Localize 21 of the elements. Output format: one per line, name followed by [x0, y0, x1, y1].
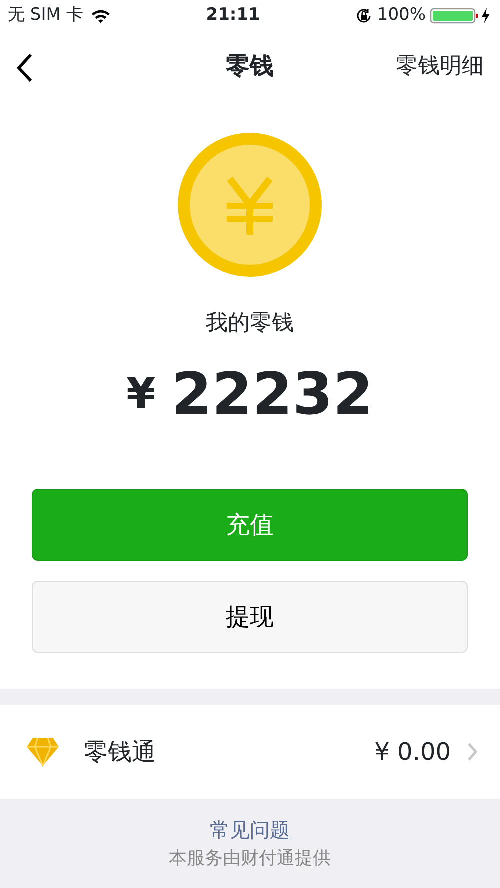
page-title: 零钱	[226, 51, 274, 82]
provider-note: 本服务由财付通提供	[169, 847, 331, 871]
faq-link[interactable]: 常见问题	[210, 815, 290, 845]
chevron-right-icon	[467, 742, 478, 762]
currency-symbol: ¥	[126, 368, 156, 420]
list-row[interactable]: 零钱通 ¥ 0.00	[0, 705, 500, 799]
balance-label: 我的零钱	[206, 310, 294, 338]
rotation-lock-icon	[355, 7, 374, 25]
diamond-icon	[26, 737, 60, 767]
wifi-icon	[91, 8, 112, 24]
balance-amount: 22232	[172, 364, 374, 422]
clock-text: 21:11	[206, 4, 260, 28]
battery-percent: 100%	[377, 4, 426, 28]
details-link[interactable]: 零钱明细	[396, 50, 484, 82]
coin-icon	[178, 133, 322, 277]
battery-charging-icon	[430, 7, 492, 25]
carrier-text: 无 SIM 卡	[8, 4, 84, 28]
list-label: 零钱通	[84, 737, 157, 768]
withdraw-button[interactable]: 提现	[32, 581, 468, 653]
back-icon	[16, 52, 34, 83]
list-value: ¥ 0.00	[374, 737, 451, 768]
